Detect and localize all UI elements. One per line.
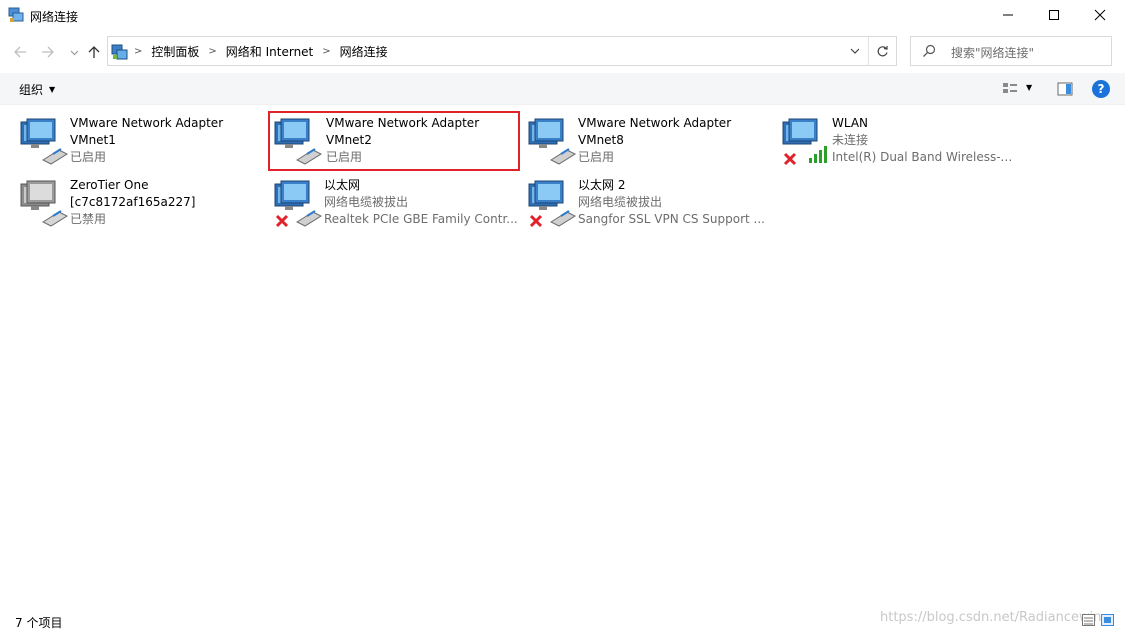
adapter-name: VMware Network Adapter (70, 116, 224, 130)
watermark: https://blog.csdn.net/Radiancewin (880, 610, 1102, 625)
breadcrumb-separator-icon[interactable]: > (322, 46, 330, 57)
network-adapter-enabled-icon (274, 118, 323, 165)
minimize-button[interactable] (985, 0, 1031, 30)
search-input[interactable]: 搜索"网络连接" (910, 36, 1112, 66)
item-count: 7 个项目 (15, 616, 63, 630)
adapter-name: 以太网 (324, 178, 361, 192)
recent-locations-button[interactable] (64, 42, 84, 62)
adapter-device: Intel(R) Dual Band Wireless-A... (832, 150, 1018, 164)
breadcrumb: > 控制面板 > 网络和 Internet > 网络连接 (134, 37, 388, 65)
large-icons-view-icon[interactable] (1101, 614, 1114, 626)
adapter-item-vmnet8[interactable]: VMware Network Adapter VMnet8 已启用 (524, 112, 774, 170)
chevron-down-icon (850, 48, 860, 54)
forward-button[interactable] (38, 42, 58, 62)
breadcrumb-control-panel[interactable]: 控制面板 (151, 43, 199, 60)
adapter-connection-state: 网络电缆被拔出 (578, 195, 663, 209)
help-icon[interactable]: ? (1092, 80, 1110, 98)
breadcrumb-separator-icon[interactable]: > (208, 46, 216, 57)
adapter-item-ethernet-2[interactable]: 以太网 2 网络电缆被拔出 Sangfor SSL VPN CS Support… (524, 174, 774, 232)
network-connections-app-icon (8, 7, 24, 22)
address-bar[interactable]: > 控制面板 > 网络和 Internet > 网络连接 (107, 36, 897, 66)
arrow-right-icon (42, 46, 54, 58)
adapter-connection-state: 网络电缆被拔出 (324, 195, 409, 209)
chevron-down-icon (70, 50, 78, 55)
adapter-status: 已启用 (70, 150, 107, 164)
up-button[interactable] (84, 42, 104, 62)
maximize-icon (1049, 10, 1059, 20)
adapter-device: Sangfor SSL VPN CS Support ... (578, 212, 765, 226)
adapter-device: VMnet8 (578, 133, 624, 147)
details-view-icon[interactable] (1082, 614, 1095, 626)
arrow-left-icon (14, 46, 26, 58)
command-bar: 组织 ▼ ▼ ? (0, 73, 1125, 105)
network-adapter-unplugged-icon (528, 180, 577, 228)
adapter-name: VMware Network Adapter (578, 116, 732, 130)
adapter-name: 以太网 2 (578, 178, 626, 192)
caret-down-icon: ▼ (49, 85, 56, 94)
control-panel-network-icon (111, 44, 128, 60)
arrow-up-icon (88, 46, 100, 58)
adapter-name: ZeroTier One (70, 178, 149, 192)
adapter-item-wlan[interactable]: WLAN 未连接 Intel(R) Dual Band Wireless-A..… (778, 112, 1018, 170)
network-adapter-unplugged-icon (274, 180, 323, 228)
organize-label: 组织 (19, 83, 44, 97)
adapter-status: 已禁用 (70, 212, 107, 226)
adapter-device: VMnet2 (326, 133, 372, 147)
change-view-icon[interactable] (1002, 81, 1018, 97)
breadcrumb-network-connections[interactable]: 网络连接 (340, 43, 388, 60)
adapter-name: WLAN (832, 116, 869, 130)
search-icon (923, 44, 936, 57)
close-button[interactable] (1077, 0, 1123, 30)
search-placeholder: 搜索"网络连接" (951, 46, 1035, 60)
adapter-item-ethernet[interactable]: 以太网 网络电缆被拔出 Realtek PCIe GBE Family Cont… (270, 174, 520, 232)
adapter-name: VMware Network Adapter (326, 116, 480, 130)
organize-menu-button[interactable]: 组织 ▼ (19, 81, 55, 98)
network-connections-list: VMware Network Adapter VMnet1 已启用 VMware… (0, 106, 1125, 608)
breadcrumb-network-internet[interactable]: 网络和 Internet (226, 43, 313, 60)
refresh-button[interactable] (868, 37, 896, 65)
adapter-item-vmnet2[interactable]: VMware Network Adapter VMnet2 已启用 (268, 111, 520, 171)
network-adapter-enabled-icon (528, 118, 577, 165)
maximize-button[interactable] (1031, 0, 1077, 30)
wireless-adapter-disconnected-icon (782, 118, 827, 166)
adapter-status: 已启用 (578, 150, 615, 164)
adapter-device: Realtek PCIe GBE Family Contr... (324, 212, 518, 226)
adapter-device: [c7c8172af165a227] (70, 195, 196, 209)
close-icon (1094, 9, 1106, 21)
adapter-item-vmnet1[interactable]: VMware Network Adapter VMnet1 已启用 (16, 112, 266, 170)
network-adapter-enabled-icon (20, 118, 69, 165)
breadcrumb-separator-icon[interactable]: > (134, 46, 142, 57)
adapter-connection-state: 未连接 (832, 133, 869, 147)
network-adapter-disabled-icon (20, 180, 69, 227)
view-options-dropdown-icon[interactable]: ▼ (1026, 83, 1032, 92)
adapter-device: VMnet1 (70, 133, 116, 147)
preview-pane-icon[interactable] (1057, 81, 1073, 97)
window-title: 网络连接 (30, 10, 79, 24)
address-history-button[interactable] (847, 43, 863, 59)
back-button[interactable] (10, 42, 30, 62)
title-bar: 网络连接 (0, 0, 1125, 32)
adapter-status: 已启用 (326, 150, 363, 164)
address-row: > 控制面板 > 网络和 Internet > 网络连接 搜索"网络连接" (0, 32, 1125, 72)
minimize-icon (1003, 14, 1013, 16)
refresh-icon (877, 45, 888, 56)
adapter-item-zerotier[interactable]: ZeroTier One [c7c8172af165a227] 已禁用 (16, 174, 266, 232)
